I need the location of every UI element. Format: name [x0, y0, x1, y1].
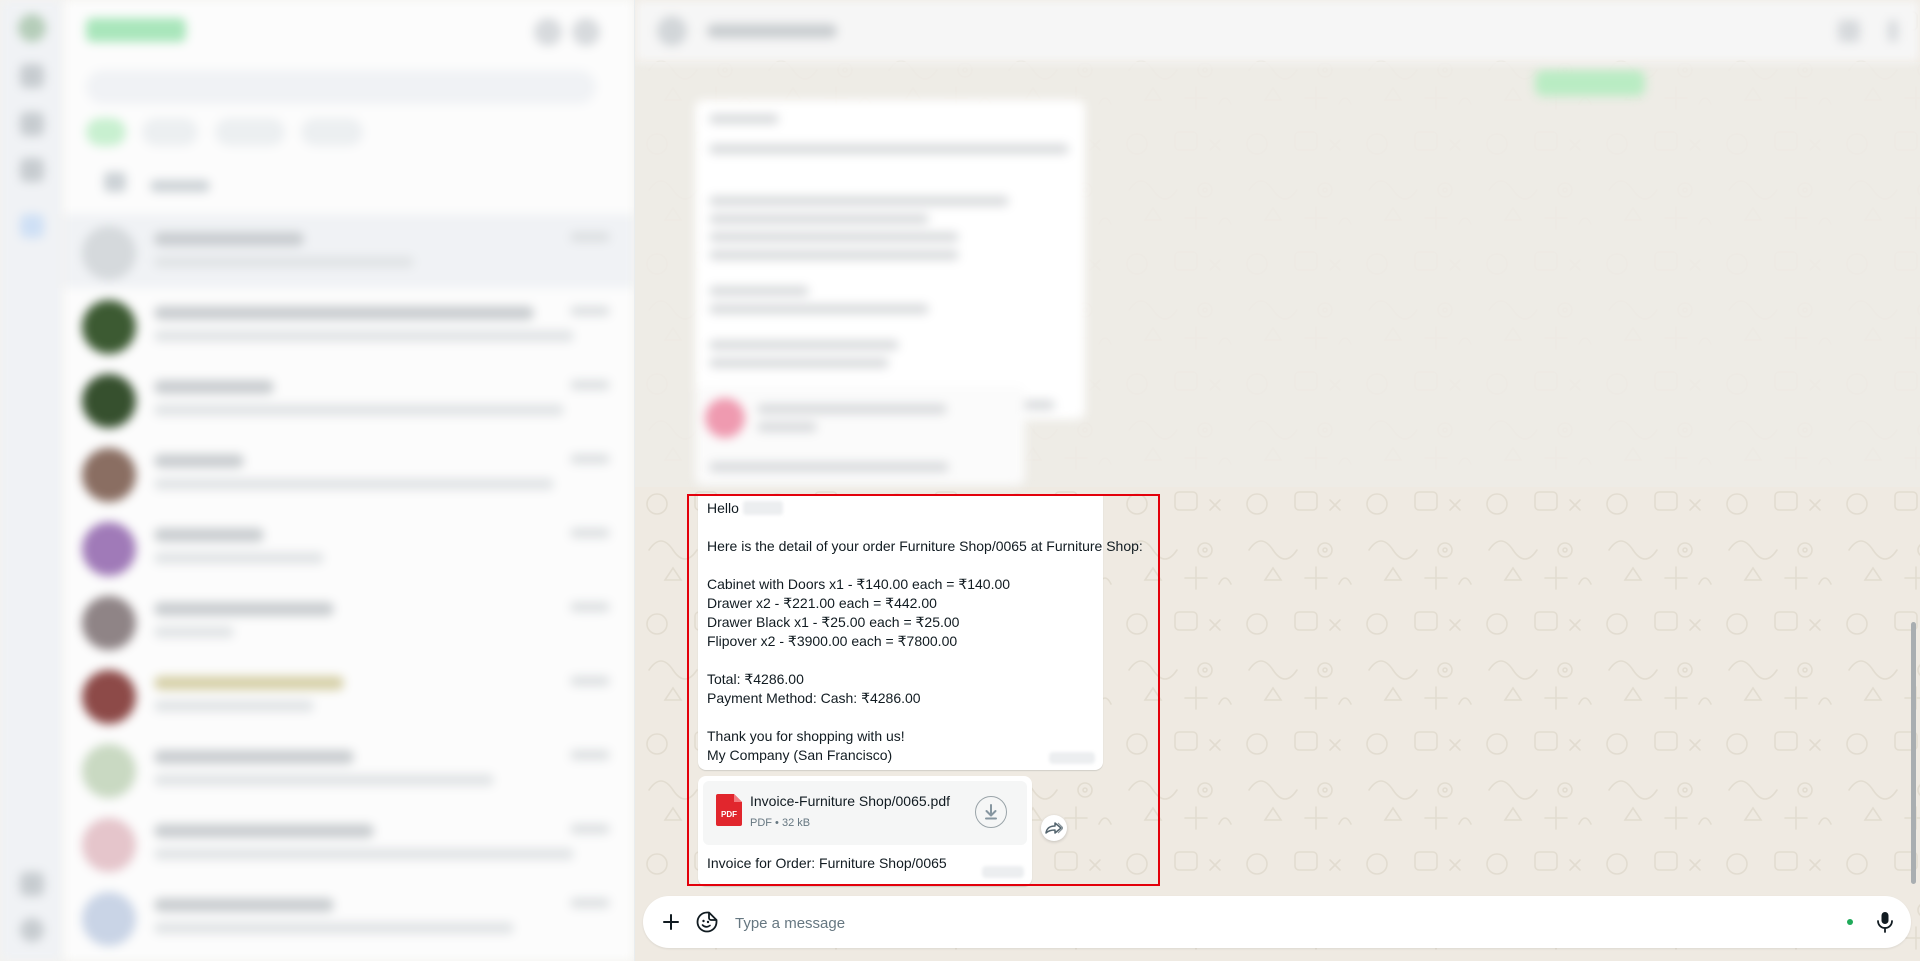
redacted-name [742, 501, 783, 515]
contact-name[interactable] [707, 24, 837, 38]
chat-search-input[interactable] [86, 70, 596, 104]
navigation-rail [0, 0, 64, 961]
message-composer [643, 896, 1911, 948]
conversation-header [635, 0, 1920, 62]
message-timestamp-redacted [1049, 752, 1095, 764]
company-signature: My Company (San Francisco) [707, 747, 893, 763]
invoice-attachment-message: PDF Invoice-Furniture Shop/0065.pdf PDF … [698, 776, 1032, 886]
chat-list-item[interactable] [64, 732, 634, 806]
attachment-meta: PDF • 32 kB [750, 817, 811, 829]
svg-text:PDF: PDF [721, 810, 737, 819]
dimmed-older-messages [635, 62, 1920, 487]
chat-list-item[interactable] [64, 362, 634, 436]
forward-button[interactable] [1041, 815, 1067, 841]
message-timestamp-redacted [982, 866, 1024, 878]
filter-chip-favourites[interactable] [214, 118, 285, 146]
scrollbar-thumb[interactable] [1911, 622, 1916, 884]
chat-list-header-icons [524, 18, 604, 46]
chats-nav-icon[interactable] [18, 14, 46, 42]
meta-ai-icon[interactable] [20, 214, 44, 238]
attachment-filename: Invoice-Furniture Shop/0065.pdf [750, 793, 951, 809]
channels-nav-icon[interactable] [20, 112, 44, 136]
plus-icon [663, 914, 679, 930]
sticker-button[interactable] [693, 908, 721, 936]
chat-filter-chips [86, 118, 375, 151]
order-line-item: Cabinet with Doors x1 - ₹140.00 each = ₹… [707, 576, 1011, 592]
chat-list-title-placeholder [86, 18, 186, 42]
filter-chip-groups[interactable] [301, 118, 364, 146]
message-input[interactable] [733, 907, 1817, 939]
chat-list-item[interactable] [64, 510, 634, 584]
chat-list-item[interactable] [64, 806, 634, 880]
attachment-caption: Invoice for Order: Furniture Shop/0065 [707, 855, 947, 871]
pdf-file-icon: PDF [716, 794, 742, 826]
order-line-item: Flipover x2 - ₹3900.00 each = ₹7800.00 [707, 633, 958, 649]
communities-nav-icon[interactable] [20, 158, 44, 182]
order-total: Total: ₹4286.00 [707, 671, 804, 687]
chat-list-item[interactable] [64, 214, 634, 288]
new-chat-icon[interactable] [534, 18, 562, 46]
payment-method: Payment Method: Cash: ₹4286.00 [707, 690, 921, 706]
order-line-item: Drawer Black x1 - ₹25.00 each = ₹25.00 [707, 614, 960, 630]
status-indicator-dot [1847, 919, 1853, 925]
chat-list-item[interactable] [64, 880, 634, 954]
filter-chip-all[interactable] [86, 118, 126, 146]
message-intro: Here is the detail of your order Furnitu… [707, 538, 1143, 554]
archived-row[interactable] [104, 172, 304, 192]
menu-icon[interactable] [572, 18, 600, 46]
pdf-document-card[interactable]: PDF Invoice-Furniture Shop/0065.pdf PDF … [703, 781, 1027, 845]
chat-list-item[interactable] [64, 288, 634, 362]
order-message-group: Hello Here is the detail of your order F… [688, 494, 1143, 886]
microphone-icon [1877, 912, 1893, 933]
order-line-item: Drawer x2 - ₹221.00 each = ₹442.00 [707, 595, 937, 611]
download-button[interactable] [975, 796, 1007, 828]
chat-list-item[interactable] [64, 436, 634, 510]
order-details-message: Hello Here is the detail of your order F… [698, 494, 1143, 770]
search-icon[interactable] [1838, 20, 1860, 42]
voice-message-button[interactable] [1871, 908, 1899, 936]
conversation-panel: Hello Here is the detail of your order F… [635, 0, 1920, 961]
sticker-icon [696, 911, 718, 933]
menu-icon[interactable] [1888, 20, 1898, 42]
attach-button[interactable] [657, 908, 685, 936]
thank-you-text: Thank you for shopping with us! [707, 728, 905, 744]
settings-nav-icon[interactable] [20, 872, 44, 896]
contact-avatar[interactable] [657, 16, 687, 46]
forward-icon [1045, 822, 1063, 834]
archive-icon [104, 172, 126, 192]
filter-chip-unread[interactable] [142, 118, 199, 146]
status-nav-icon[interactable] [20, 64, 44, 88]
download-icon [985, 804, 997, 820]
chat-list-item[interactable] [64, 658, 634, 732]
chat-list-item[interactable] [64, 584, 634, 658]
message-greeting: Hello [707, 499, 783, 518]
profile-avatar[interactable] [20, 918, 44, 942]
chat-list-panel [64, 0, 634, 961]
